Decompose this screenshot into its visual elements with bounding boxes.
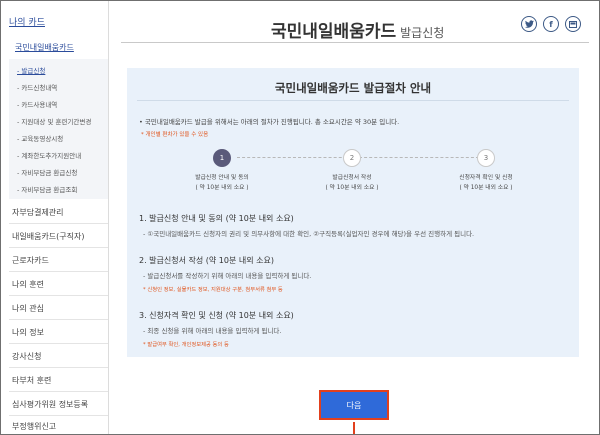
section-2-note: * 신청인 정보, 실물카드 정보, 지원대상 구분, 첨부서류 첨부 등: [143, 287, 283, 293]
submenu-item-apply[interactable]: - 발급신청: [17, 65, 45, 75]
sidebar-item-info[interactable]: 나의 정보: [12, 327, 44, 338]
next-button[interactable]: 다음: [319, 390, 389, 420]
sidebar-item-payment[interactable]: 자부담결제관리: [12, 207, 64, 218]
panel-title: 국민내일배움카드 발급절차 안내: [274, 81, 432, 95]
step-3-title: 신청자격 확인 및 신청: [459, 175, 513, 181]
step-connector: [359, 157, 479, 158]
step-connector: [237, 157, 357, 158]
page-title-text: 국민내일배움카드: [271, 22, 397, 42]
panel-intro: • 국민내일배움카드 발급을 위해서는 아래의 절차가 진행됩니다. 총 소요시…: [139, 118, 400, 126]
step-1-title: 발급신청 안내 및 동의: [195, 175, 249, 181]
sidebar-item-worker-card[interactable]: 근로자카드: [12, 255, 49, 266]
section-3-title: 3. 신청자격 확인 및 신청 (약 10분 내외 소요): [139, 311, 294, 320]
step-2-label: 발급신청서 작성 ( 약 10분 내외 소요 ): [302, 173, 402, 193]
sidebar-title[interactable]: 나의 카드: [9, 15, 45, 28]
sidebar-item-jobseeker-card[interactable]: 내일배움카드(구직자): [12, 231, 84, 242]
facebook-icon[interactable]: f: [543, 16, 559, 32]
submenu-item-refund-apply[interactable]: - 자비부담금 환급신청: [17, 167, 77, 177]
page-frame: 나의 카드 국민내일배움카드 - 발급신청 - 카드신청내역 - 카드사용내역 …: [0, 0, 600, 435]
header-divider: [121, 42, 589, 43]
step-1-circle: 1: [213, 149, 231, 167]
step-1-time: ( 약 10분 내외 소요 ): [195, 185, 249, 191]
page-title: 국민내일배움카드 발급신청: [271, 17, 444, 42]
submenu-item-usage[interactable]: - 카드사용내역: [17, 99, 57, 109]
sidebar-item-report[interactable]: 부정행위신고: [12, 421, 56, 432]
sidebar: 나의 카드 국민내일배움카드 - 발급신청 - 카드신청내역 - 카드사용내역 …: [1, 1, 109, 434]
section-2-desc: - 발급신청서를 작성하기 위해 아래의 내용을 입력하게 됩니다.: [143, 272, 312, 280]
step-1-label: 발급신청 안내 및 동의 ( 약 10분 내외 소요 ): [172, 173, 272, 193]
sidebar-submenu: [9, 59, 108, 199]
sidebar-item-evaluator[interactable]: 심사평가위원 정보등록: [12, 399, 88, 410]
section-2-title: 2. 발급신청서 작성 (약 10분 내외 소요): [139, 256, 274, 265]
step-3-label: 신청자격 확인 및 신청 ( 약 10분 내외 소요 ): [436, 173, 536, 193]
sidebar-item-instructor[interactable]: 강사신청: [12, 351, 41, 362]
panel-divider: [137, 100, 569, 101]
bookmark-icon[interactable]: [565, 16, 581, 32]
page-subtitle: 발급신청: [400, 26, 445, 40]
submenu-item-video[interactable]: - 교육동영상시청: [17, 133, 63, 143]
highlight-pointer: [353, 422, 355, 434]
sidebar-item-card[interactable]: 국민내일배움카드: [15, 42, 74, 53]
submenu-item-refund-view[interactable]: - 자비부담금 환급조회: [17, 184, 77, 194]
section-1-desc: - ①국민내일배움카드 신청자의 권리 및 의무사항에 대한 확인, ②구직등록…: [143, 230, 475, 238]
step-3-circle: 3: [477, 149, 495, 167]
step-3-time: ( 약 10분 내외 소요 ): [459, 185, 513, 191]
submenu-item-change[interactable]: - 지원대상 및 훈련기간변경: [17, 116, 91, 126]
section-3-desc: - 최종 신청을 위해 아래의 내용을 입력하게 됩니다.: [143, 327, 282, 335]
submenu-item-account[interactable]: - 계좌한도추가지원안내: [17, 150, 81, 160]
procedure-panel: 국민내일배움카드 발급절차 안내 • 국민내일배움카드 발급을 위해서는 아래의…: [127, 68, 579, 357]
submenu-item-history[interactable]: - 카드신청내역: [17, 82, 57, 92]
step-2-title: 발급신청서 작성: [332, 175, 372, 181]
step-2-circle: 2: [343, 149, 361, 167]
section-1-title: 1. 발급신청 안내 및 동의 (약 10분 내외 소요): [139, 214, 294, 223]
twitter-icon[interactable]: [521, 16, 537, 32]
section-3-note: * 발급여부 확인, 개인정보제공 동의 등: [143, 342, 229, 348]
step-2-time: ( 약 10분 내외 소요 ): [325, 185, 379, 191]
sidebar-item-other-training[interactable]: 타부처 훈련: [12, 375, 51, 386]
sidebar-item-training[interactable]: 나의 훈련: [12, 279, 44, 290]
sidebar-item-interest[interactable]: 나의 관심: [12, 303, 44, 314]
panel-note: * 개인별 편차가 있을 수 있음: [141, 132, 209, 138]
